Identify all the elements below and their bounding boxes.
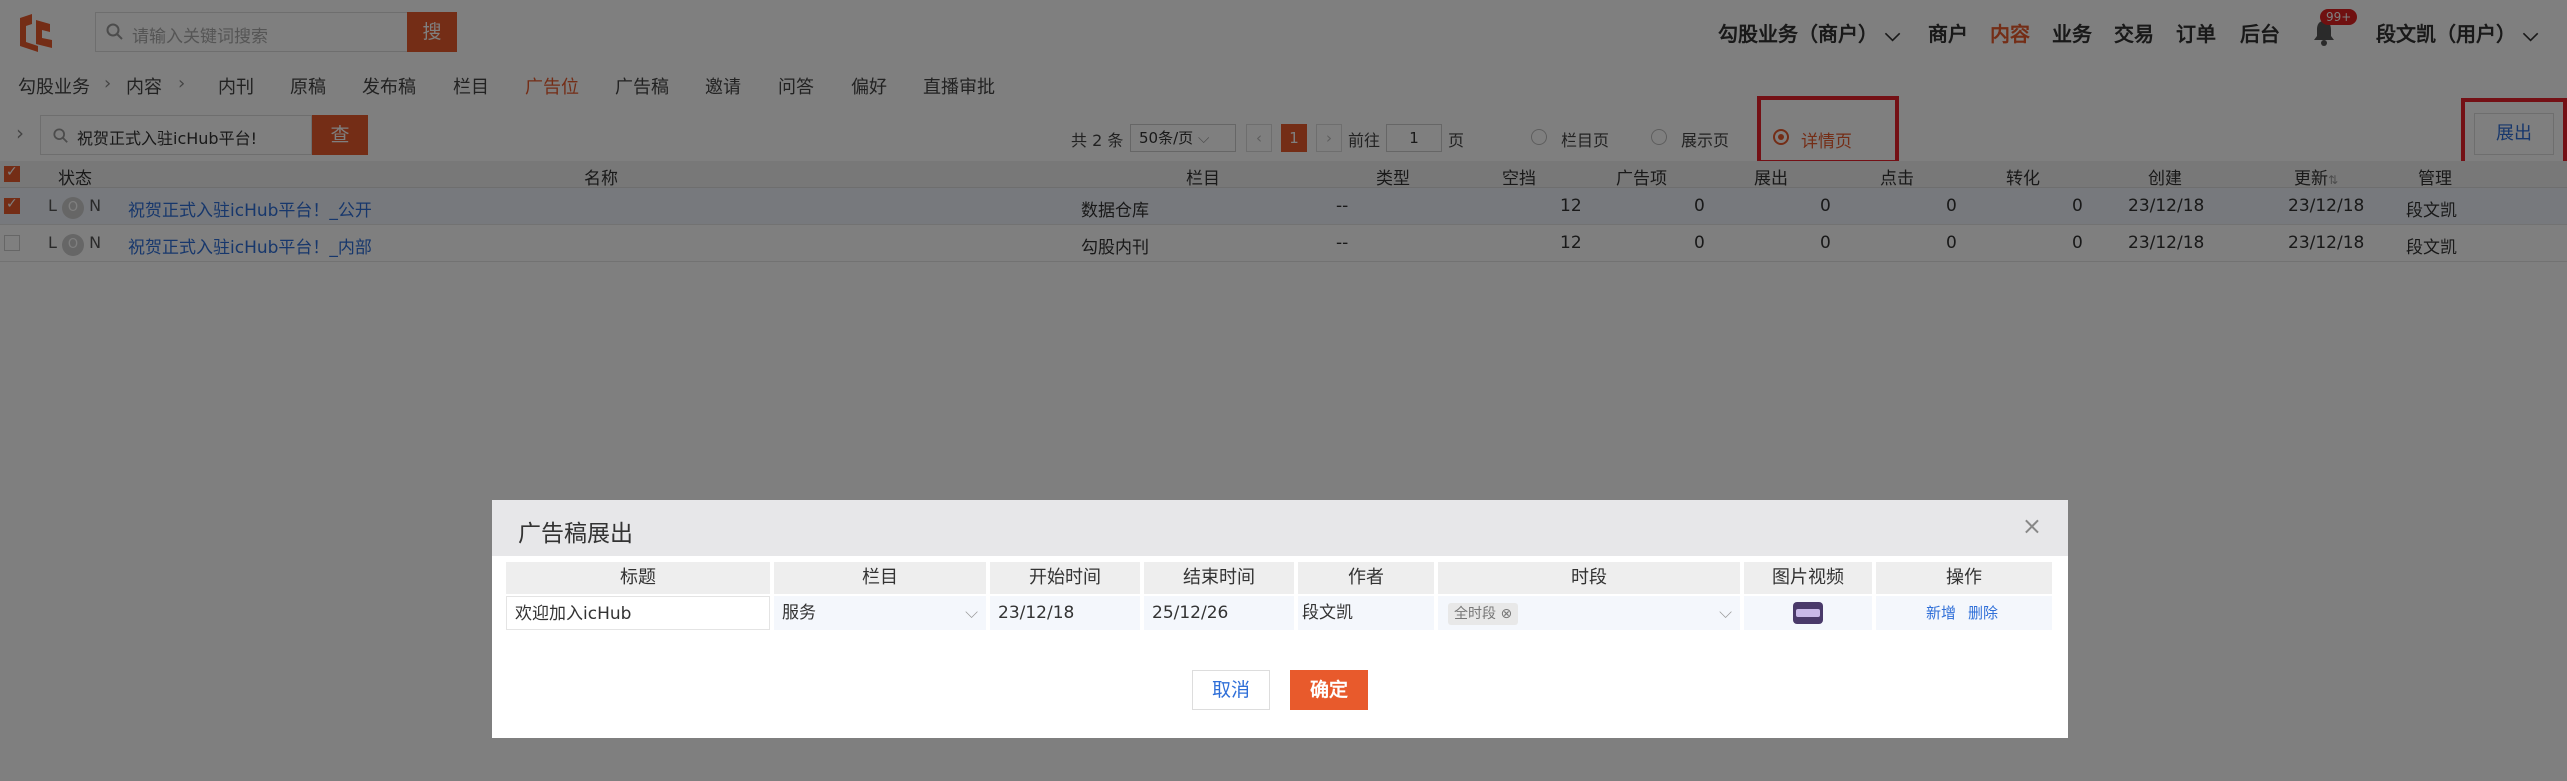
chevron-down-icon: ⌵ <box>965 603 978 623</box>
mcol-author: 作者 <box>1298 562 1434 594</box>
close-circle-icon[interactable]: ⊗ <box>1500 606 1512 622</box>
mcol-column: 栏目 <box>774 562 986 594</box>
mcol-title: 标题 <box>506 562 770 594</box>
column-select[interactable]: 服务 ⌵ <box>774 596 986 630</box>
media-cell <box>1744 596 1872 630</box>
author-value: 段文凯 <box>1298 596 1434 630</box>
cancel-button[interactable]: 取消 <box>1192 670 1270 710</box>
period-select[interactable]: 全时段 ⊗ ⌵ <box>1438 596 1740 630</box>
dialog-title: 广告稿展出 <box>518 521 633 547</box>
dialog-header: 广告稿展出 × <box>492 500 2068 556</box>
ad-export-dialog: 广告稿展出 × 标题 栏目 开始时间 结束时间 作者 时段 图片视频 操作 欢迎… <box>492 500 2068 738</box>
add-link[interactable]: 新增 <box>1926 596 1956 630</box>
confirm-button[interactable]: 确定 <box>1290 670 1368 710</box>
media-thumbnail-icon[interactable] <box>1792 601 1824 625</box>
mcol-period: 时段 <box>1438 562 1740 594</box>
mcol-start: 开始时间 <box>990 562 1140 594</box>
mcol-end: 结束时间 <box>1144 562 1294 594</box>
close-icon[interactable]: × <box>2022 512 2042 540</box>
actions-cell: 新增 删除 <box>1876 596 2052 630</box>
period-tag: 全时段 ⊗ <box>1448 603 1519 625</box>
title-input[interactable]: 欢迎加入icHub <box>506 596 770 630</box>
mcol-media: 图片视频 <box>1744 562 1872 594</box>
end-date[interactable]: 25/12/26 <box>1144 596 1294 630</box>
chevron-down-icon: ⌵ <box>1719 603 1732 623</box>
delete-link[interactable]: 删除 <box>1968 596 1998 630</box>
start-date[interactable]: 23/12/18 <box>990 596 1140 630</box>
mcol-actions: 操作 <box>1876 562 2052 594</box>
